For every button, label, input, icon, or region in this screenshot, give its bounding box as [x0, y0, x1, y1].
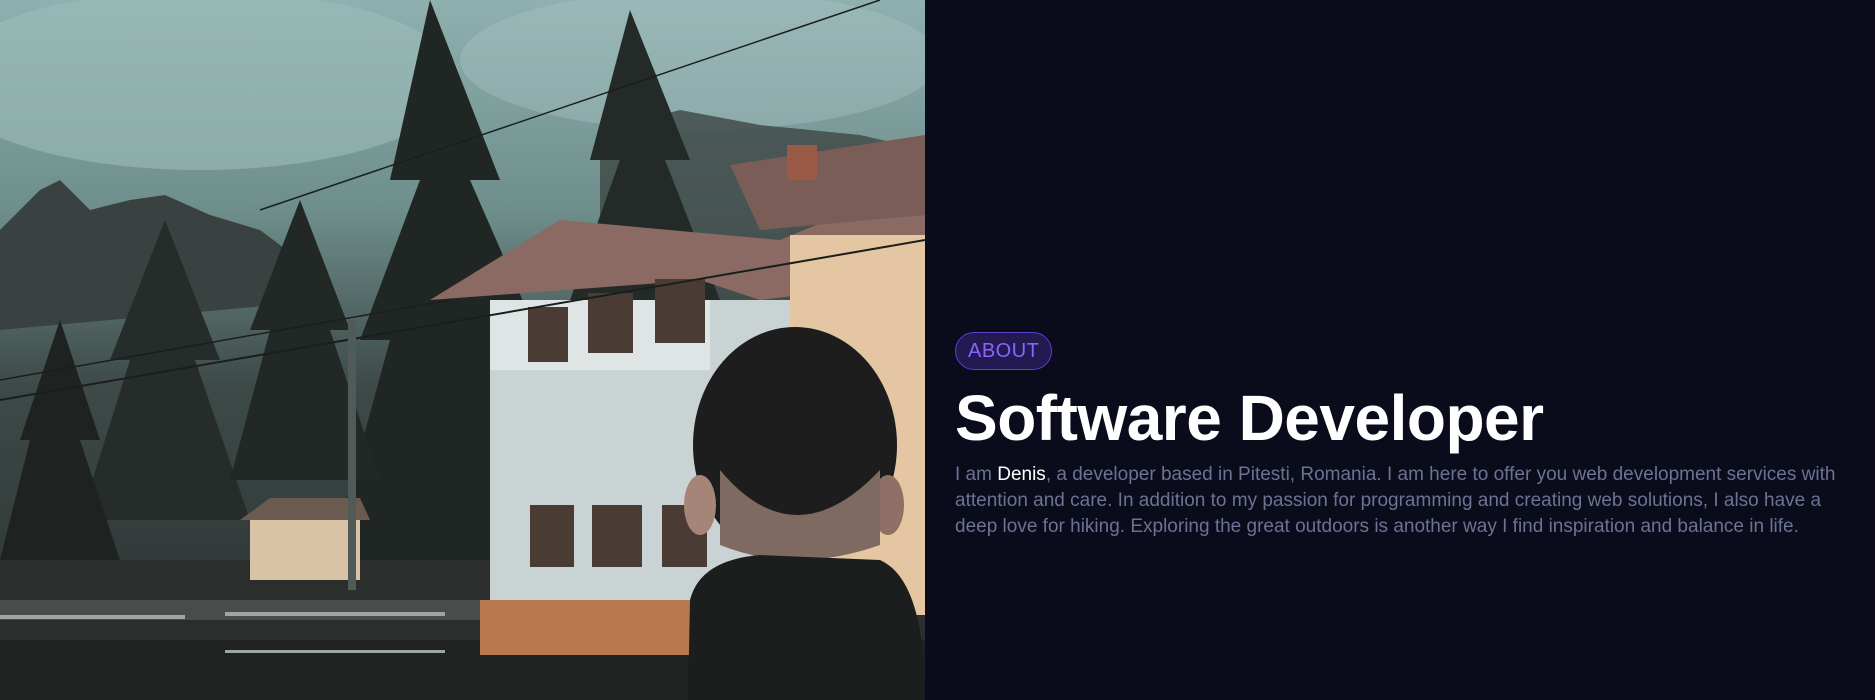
about-content: ABOUT Software Developer I am Denis, a d…: [955, 332, 1865, 540]
about-badge: ABOUT: [955, 332, 1053, 370]
about-section: ABOUT Software Developer I am Denis, a d…: [0, 0, 1875, 700]
photo-scene-illustration: [0, 0, 925, 700]
about-panel: ABOUT Software Developer I am Denis, a d…: [925, 0, 1875, 700]
page-title: Software Developer: [955, 382, 1544, 454]
description-body: , a developer based in Pitesti, Romania.…: [955, 464, 1836, 537]
profile-photo: [0, 0, 925, 700]
author-name: Denis: [997, 464, 1046, 485]
about-description: I am Denis, a developer based in Pitesti…: [955, 462, 1865, 540]
description-intro: I am: [955, 464, 998, 485]
